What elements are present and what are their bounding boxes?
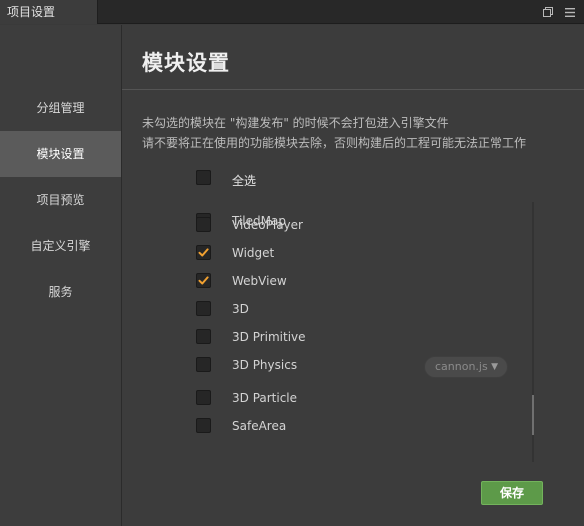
module-label: 3D Primitive: [232, 330, 306, 344]
title-divider: [122, 89, 584, 90]
module-list-scroll-thumb[interactable]: [532, 395, 534, 435]
restore-window-icon[interactable]: [540, 4, 556, 20]
module-row-safearea: SafeArea: [182, 416, 522, 436]
menu-icon[interactable]: [562, 4, 578, 20]
module-label: 3D Physics: [232, 358, 298, 372]
list-top-mask: [182, 187, 522, 211]
sidebar-item-module-settings[interactable]: 模块设置: [0, 131, 121, 177]
sidebar-item-project-preview[interactable]: 项目预览: [0, 177, 121, 223]
module-label: 3D: [232, 302, 249, 316]
sidebar-item-label: 模块设置: [36, 147, 85, 161]
save-button-label: 保存: [499, 486, 524, 500]
sidebar-item-label: 服务: [48, 285, 73, 299]
module-row-3d-primitive: 3D Primitive: [182, 327, 522, 347]
module-label: SafeArea: [232, 419, 287, 433]
page-title: 模块设置: [142, 51, 230, 75]
module-checkbox[interactable]: [196, 301, 211, 316]
chevron-down-icon: ▼: [491, 362, 498, 372]
check-icon: [198, 276, 209, 285]
module-row-3d: 3D: [182, 299, 522, 319]
module-settings-panel: 模块设置 未勾选的模块在 "构建发布" 的时候不会打包进入引擎文件 请不要将正在…: [122, 25, 584, 526]
physics-backend-value: cannon.js: [435, 360, 488, 373]
module-checkbox[interactable]: [196, 357, 211, 372]
select-all-label-overlay: 全选: [232, 174, 257, 188]
sidebar: 分组管理 模块设置 项目预览 自定义引擎 服务: [0, 25, 122, 526]
module-checkbox[interactable]: [196, 217, 211, 232]
sidebar-item-label: 自定义引擎: [30, 239, 91, 253]
module-checkbox[interactable]: [196, 329, 211, 344]
sidebar-item-custom-engine[interactable]: 自定义引擎: [0, 223, 121, 269]
description-line-2: 请不要将正在使用的功能模块去除，否则构建后的工程可能无法正常工作: [142, 136, 527, 150]
sidebar-item-group-management[interactable]: 分组管理: [0, 85, 121, 131]
sidebar-item-label: 项目预览: [36, 193, 85, 207]
module-checkbox[interactable]: [196, 245, 211, 260]
window-tab[interactable]: 项目设置: [0, 0, 98, 24]
module-label: 3D Particle: [232, 391, 298, 405]
module-row-videoplayer: VideoPlayer: [182, 215, 522, 235]
sidebar-item-label: 分组管理: [36, 101, 85, 115]
window-tab-title: 项目设置: [7, 5, 56, 19]
save-button[interactable]: 保存: [481, 481, 543, 505]
select-all-checkbox-overlay[interactable]: [196, 170, 211, 185]
physics-backend-select[interactable]: cannon.js ▼: [424, 356, 508, 378]
module-label: WebView: [232, 274, 287, 288]
title-bar: 项目设置: [0, 0, 584, 24]
module-label: Widget: [232, 246, 275, 260]
module-list: TiledMap VideoPlayer Widget WebView 3D 3…: [182, 201, 522, 463]
sidebar-item-services[interactable]: 服务: [0, 269, 121, 315]
check-icon: [198, 248, 209, 257]
module-row-webview: WebView: [182, 271, 522, 291]
description-line-1: 未勾选的模块在 "构建发布" 的时候不会打包进入引擎文件: [142, 116, 449, 130]
module-checkbox[interactable]: [196, 390, 211, 405]
module-row-widget: Widget: [182, 243, 522, 263]
module-checkbox[interactable]: [196, 418, 211, 433]
module-row-3d-particle: 3D Particle: [182, 388, 522, 408]
module-checkbox[interactable]: [196, 273, 211, 288]
module-label: VideoPlayer: [232, 218, 303, 232]
